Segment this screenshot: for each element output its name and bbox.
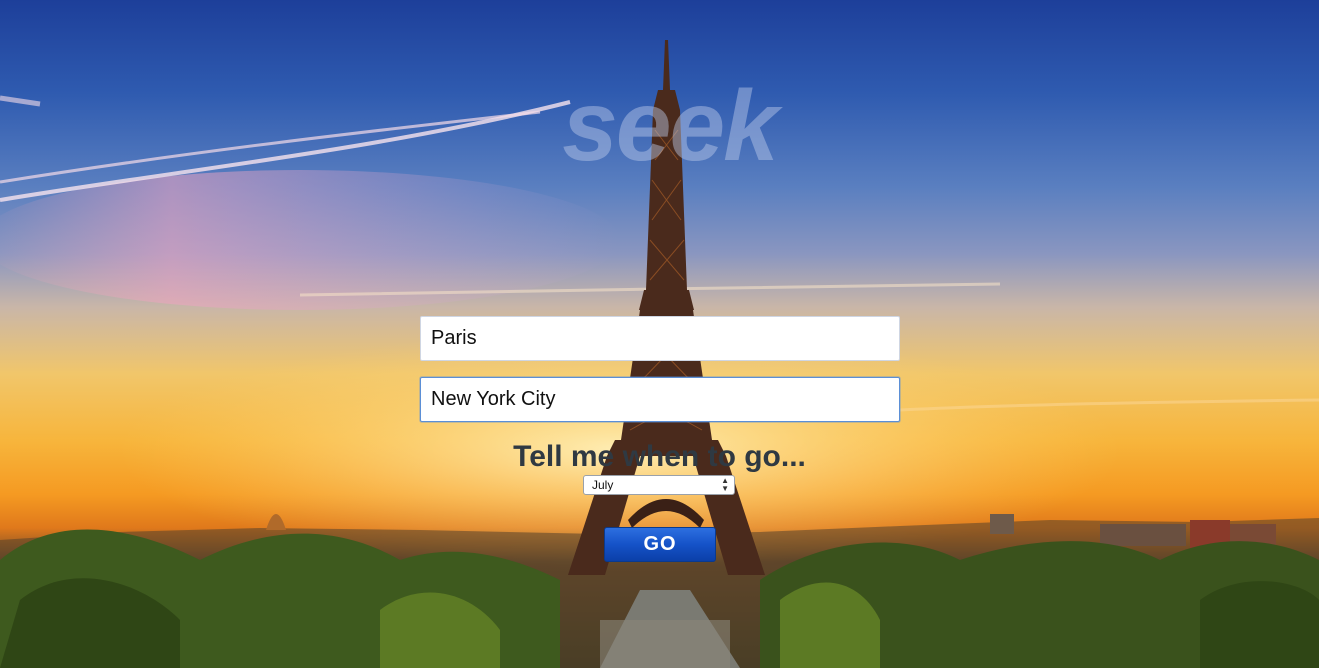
seek-logo: seek xyxy=(562,70,778,182)
destination-city-input[interactable] xyxy=(420,377,900,422)
go-button[interactable]: GO xyxy=(604,527,716,562)
updown-arrows-icon: ▲ ▼ xyxy=(721,476,729,493)
origin-city-input[interactable] xyxy=(420,316,900,361)
month-select-value: July xyxy=(592,478,614,492)
travel-time-prompt: Tell me when to go... xyxy=(513,440,806,473)
month-select[interactable]: July ▲ ▼ xyxy=(583,475,735,495)
